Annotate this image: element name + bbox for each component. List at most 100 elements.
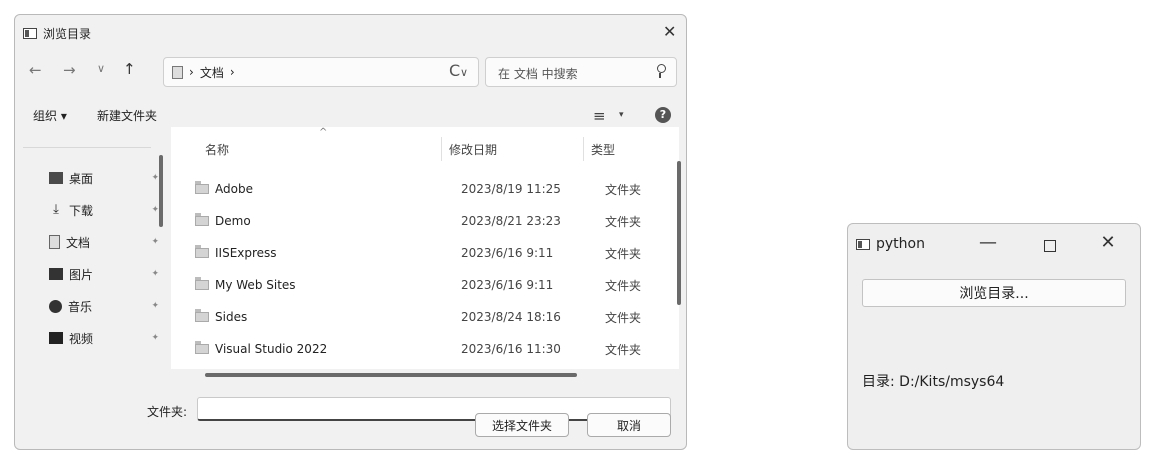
sort-ascending-icon: ^ bbox=[319, 127, 328, 138]
column-header-modified[interactable]: 修改日期 bbox=[449, 141, 497, 158]
table-row[interactable]: IISExpress 2023/6/16 9:11 文件夹 bbox=[195, 241, 665, 265]
file-name: Visual Studio 2022 bbox=[215, 342, 328, 356]
folder-icon bbox=[195, 341, 209, 354]
pictures-icon bbox=[49, 268, 63, 280]
folder-icon bbox=[195, 245, 209, 258]
file-list: ^ 名称 修改日期 类型 Adobe 2023/8/19 11:25 文件夹 D… bbox=[171, 127, 679, 369]
table-row[interactable]: My Web Sites 2023/6/16 9:11 文件夹 bbox=[195, 273, 665, 297]
horizontal-scrollbar[interactable] bbox=[205, 373, 577, 377]
column-divider[interactable] bbox=[583, 137, 584, 161]
file-type: 文件夹 bbox=[605, 310, 642, 325]
back-arrow-icon[interactable]: ← bbox=[29, 61, 42, 79]
videos-icon bbox=[49, 332, 63, 344]
sidebar-item-label: 音乐 bbox=[68, 299, 93, 314]
file-name: Demo bbox=[215, 214, 251, 228]
music-icon bbox=[49, 299, 62, 313]
view-dropdown-icon[interactable]: ▾ bbox=[619, 110, 624, 120]
file-name: My Web Sites bbox=[215, 278, 296, 292]
folder-icon bbox=[195, 277, 209, 290]
file-type: 文件夹 bbox=[605, 182, 642, 197]
folder-icon bbox=[195, 213, 209, 226]
column-divider[interactable] bbox=[441, 137, 442, 161]
file-date: 2023/8/21 23:23 bbox=[461, 214, 561, 228]
file-date: 2023/6/16 11:30 bbox=[461, 342, 561, 356]
vertical-scrollbar[interactable] bbox=[677, 161, 681, 305]
chevron-down-icon[interactable]: ∨ bbox=[460, 66, 468, 79]
folder-icon bbox=[195, 181, 209, 194]
sidebar-item-label: 文档 bbox=[66, 235, 91, 250]
sidebar-item-documents[interactable]: 文档 ✦ bbox=[49, 231, 159, 253]
table-row[interactable]: Adobe 2023/8/19 11:25 文件夹 bbox=[195, 177, 665, 201]
desktop-icon bbox=[49, 172, 63, 184]
up-arrow-icon[interactable]: ↑ bbox=[123, 60, 136, 78]
file-name: IISExpress bbox=[215, 246, 277, 260]
sidebar-item-pictures[interactable]: 图片 ✦ bbox=[49, 263, 159, 285]
file-date: 2023/6/16 9:11 bbox=[461, 246, 554, 260]
recent-dropdown-icon[interactable]: ∨ bbox=[97, 62, 105, 75]
pin-icon[interactable]: ✦ bbox=[151, 205, 159, 215]
new-folder-button[interactable]: 新建文件夹 bbox=[97, 107, 157, 124]
search-placeholder: 在 文档 中搜索 bbox=[498, 67, 578, 81]
file-date: 2023/8/19 11:25 bbox=[461, 182, 561, 196]
search-input[interactable]: 在 文档 中搜索 bbox=[485, 57, 677, 87]
documents-icon bbox=[172, 65, 183, 79]
close-icon[interactable]: ✕ bbox=[1096, 232, 1120, 253]
nav-divider bbox=[23, 147, 151, 148]
pin-icon[interactable]: ✦ bbox=[151, 237, 159, 247]
directory-label: 目录: D:/Kits/msys64 bbox=[862, 374, 1005, 390]
dialog-titlebar: 浏览目录 bbox=[23, 23, 91, 43]
folder-field-label: 文件夹: bbox=[147, 405, 188, 419]
navigation-scrollbar[interactable] bbox=[159, 155, 163, 227]
sidebar-item-music[interactable]: 音乐 ✦ bbox=[49, 295, 159, 317]
address-bar[interactable]: › 文档 › ∨ bbox=[163, 57, 479, 87]
table-row[interactable]: Demo 2023/8/21 23:23 文件夹 bbox=[195, 209, 665, 233]
documents-icon bbox=[49, 235, 60, 249]
organize-button[interactable]: 组织 ▾ bbox=[33, 107, 67, 124]
python-window-title: python bbox=[876, 236, 925, 252]
folder-dialog: 浏览目录 ✕ ← → ∨ ↑ › 文档 › ∨ C 在 文档 中搜索 组织 ▾ … bbox=[14, 14, 687, 450]
file-name: Adobe bbox=[215, 182, 253, 196]
download-icon: ⤓ bbox=[53, 202, 59, 217]
pin-icon[interactable]: ✦ bbox=[151, 333, 159, 343]
view-options-icon[interactable]: ≡ bbox=[593, 107, 606, 125]
file-date: 2023/6/16 9:11 bbox=[461, 278, 554, 292]
file-type: 文件夹 bbox=[605, 214, 642, 229]
file-type: 文件夹 bbox=[605, 278, 642, 293]
sidebar-item-label: 桌面 bbox=[69, 171, 94, 186]
refresh-icon[interactable]: C bbox=[449, 61, 460, 80]
minimize-icon[interactable]: — bbox=[976, 232, 1000, 253]
column-header-name[interactable]: 名称 bbox=[205, 141, 229, 158]
python-window: python — ✕ 浏览目录... 目录: D:/Kits/msys64 bbox=[847, 223, 1141, 450]
sidebar-item-desktop[interactable]: 桌面 ✦ bbox=[49, 167, 159, 189]
folder-icon bbox=[195, 309, 209, 322]
search-icon[interactable] bbox=[657, 64, 666, 78]
sidebar-item-videos[interactable]: 视频 ✦ bbox=[49, 327, 159, 349]
maximize-icon[interactable] bbox=[1038, 236, 1062, 257]
forward-arrow-icon[interactable]: → bbox=[63, 61, 76, 79]
pin-icon[interactable]: ✦ bbox=[151, 269, 159, 279]
sidebar-item-downloads[interactable]: ⤓ 下载 ✦ bbox=[49, 199, 159, 221]
address-folder[interactable]: 文档 bbox=[200, 64, 224, 81]
dialog-title: 浏览目录 bbox=[43, 26, 92, 41]
help-icon[interactable]: ? bbox=[655, 107, 671, 123]
address-trailing-separator[interactable]: › bbox=[230, 65, 235, 79]
window-icon bbox=[856, 238, 870, 250]
cancel-button[interactable]: 取消 bbox=[587, 413, 671, 437]
browse-directory-button[interactable]: 浏览目录... bbox=[862, 279, 1126, 307]
file-name: Sides bbox=[215, 310, 248, 324]
close-icon[interactable]: ✕ bbox=[663, 22, 676, 41]
window-icon bbox=[23, 27, 37, 39]
column-header-type[interactable]: 类型 bbox=[591, 141, 615, 158]
sidebar-item-label: 下载 bbox=[69, 203, 94, 218]
python-titlebar: python bbox=[856, 236, 925, 252]
sidebar-item-label: 图片 bbox=[69, 267, 94, 282]
file-type: 文件夹 bbox=[605, 246, 642, 261]
pin-icon[interactable]: ✦ bbox=[151, 173, 159, 183]
select-folder-button[interactable]: 选择文件夹 bbox=[475, 413, 569, 437]
sidebar-item-label: 视频 bbox=[69, 331, 94, 346]
file-type: 文件夹 bbox=[605, 342, 642, 357]
pin-icon[interactable]: ✦ bbox=[151, 301, 159, 311]
table-row[interactable]: Sides 2023/8/24 18:16 文件夹 bbox=[195, 305, 665, 329]
address-separator: › bbox=[189, 65, 194, 79]
table-row[interactable]: Visual Studio 2022 2023/6/16 11:30 文件夹 bbox=[195, 337, 665, 361]
